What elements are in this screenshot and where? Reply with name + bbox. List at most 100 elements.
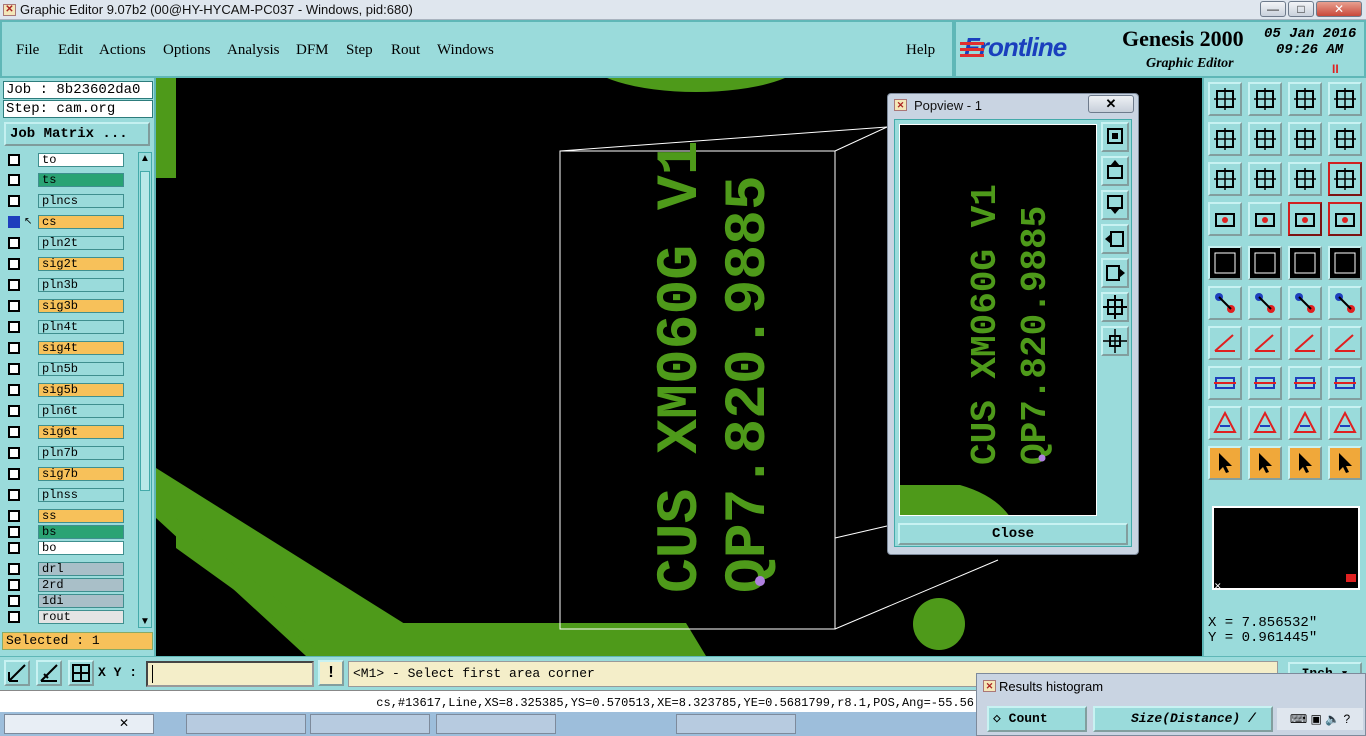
layer-row-1di[interactable]: 1di: [6, 593, 124, 609]
layer-checkbox[interactable]: [8, 579, 20, 591]
layer-checkbox[interactable]: [8, 510, 20, 522]
pad-icon[interactable]: [1208, 246, 1242, 280]
layer-row-sig3b[interactable]: sig3b: [6, 298, 124, 314]
connect-net-icon[interactable]: [1328, 202, 1362, 236]
layer-row-ss[interactable]: ss: [6, 508, 124, 524]
zoom-home-icon[interactable]: [1208, 82, 1242, 116]
layer-checkbox[interactable]: [8, 195, 20, 207]
scroll-down-icon[interactable]: ▼: [140, 616, 150, 627]
taskbar-item-5[interactable]: [676, 714, 796, 734]
layer-row-to[interactable]: to: [6, 152, 124, 168]
triangle-arc-icon[interactable]: [1288, 406, 1322, 440]
layer-checkbox[interactable]: [8, 405, 20, 417]
popview-close-button[interactable]: Close: [898, 523, 1128, 545]
layer-checkbox[interactable]: [8, 174, 20, 186]
layer-checkbox[interactable]: [8, 595, 20, 607]
line-point-icon[interactable]: [1328, 286, 1362, 320]
cross-icon[interactable]: [1248, 286, 1282, 320]
menu-windows[interactable]: Windows: [437, 42, 494, 59]
node-icon[interactable]: [1208, 286, 1242, 320]
layer-checkbox[interactable]: [8, 468, 20, 480]
popview-pan-up-icon[interactable]: [1101, 156, 1129, 186]
circle-pad-icon[interactable]: [1328, 246, 1362, 280]
split-icon[interactable]: [1248, 366, 1282, 400]
layer-row-sig7b[interactable]: sig7b: [6, 466, 124, 482]
layer-checkbox[interactable]: [8, 542, 20, 554]
layer-checkbox[interactable]: [8, 447, 20, 459]
layer-row-rout[interactable]: rout: [6, 609, 124, 625]
alert-icon[interactable]: !: [318, 660, 344, 686]
menu-dfm[interactable]: DFM: [296, 42, 329, 59]
layer-row-2rd[interactable]: 2rd: [6, 577, 124, 593]
layer-row-bs[interactable]: bs: [6, 524, 124, 540]
select-circle-icon[interactable]: [1288, 446, 1322, 480]
layer-row-pln3b[interactable]: pln3b: [6, 277, 124, 293]
midpoint-icon[interactable]: [1288, 366, 1322, 400]
menu-help[interactable]: Help: [906, 42, 935, 59]
layer-row-sig6t[interactable]: sig6t: [6, 424, 124, 440]
menu-rout[interactable]: Rout: [391, 42, 420, 59]
layer-row-sig2t[interactable]: sig2t: [6, 256, 124, 272]
job-matrix-button[interactable]: Job Matrix ...: [4, 122, 150, 146]
menu-actions[interactable]: Actions: [99, 42, 146, 59]
layer-row-sig4t[interactable]: sig4t: [6, 340, 124, 356]
layer-checkbox[interactable]: [8, 363, 20, 375]
grid-toggle-icon[interactable]: [1248, 202, 1282, 236]
taskbar-item-1[interactable]: ✕: [4, 714, 154, 734]
triangle-point-icon[interactable]: [1248, 406, 1282, 440]
popview-canvas[interactable]: CUS XM060G V1 QP7.820.9885: [899, 124, 1097, 516]
layer-row-bo[interactable]: bo: [6, 540, 124, 556]
layer-checkbox[interactable]: [8, 258, 20, 270]
taskbar-item-2[interactable]: [186, 714, 306, 734]
pan-right-icon[interactable]: [1248, 122, 1282, 156]
layer-row-pln2t[interactable]: pln2t: [6, 235, 124, 251]
route-net-icon[interactable]: [1288, 202, 1322, 236]
center-icon[interactable]: [1248, 162, 1282, 196]
angle-icon[interactable]: [1208, 326, 1242, 360]
measure-icon[interactable]: [36, 660, 62, 686]
triangle-icon[interactable]: [1208, 406, 1242, 440]
grid-lines-icon[interactable]: [1328, 122, 1362, 156]
zoom-window-icon[interactable]: [1328, 82, 1362, 116]
redo-view-icon[interactable]: [1288, 122, 1322, 156]
layer-checkbox[interactable]: [8, 342, 20, 354]
snap-icon[interactable]: [4, 660, 30, 686]
select-path-icon[interactable]: [1328, 446, 1362, 480]
layer-row-pln7b[interactable]: pln7b: [6, 445, 124, 461]
select-icon[interactable]: [1208, 446, 1242, 480]
layer-row-sig5b[interactable]: sig5b: [6, 382, 124, 398]
tee-icon[interactable]: [1328, 326, 1362, 360]
layer-row-drl[interactable]: drl: [6, 561, 124, 577]
scroll-thumb[interactable]: [140, 171, 150, 491]
popview-pan-down-icon[interactable]: [1101, 190, 1129, 220]
layer-checkbox[interactable]: [8, 426, 20, 438]
layer-checkbox[interactable]: [8, 237, 20, 249]
menu-file[interactable]: File: [16, 42, 39, 59]
layer-row-plnss[interactable]: plnss: [6, 487, 124, 503]
taskbar-item-4[interactable]: [436, 714, 556, 734]
layer-scrollbar[interactable]: ▲ ▼: [138, 152, 152, 628]
close-window-button[interactable]: ✕: [1316, 1, 1362, 17]
scroll-up-icon[interactable]: ▲: [140, 153, 150, 164]
menu-edit[interactable]: Edit: [58, 42, 83, 59]
layer-checkbox[interactable]: [8, 154, 20, 166]
layer-row-ts[interactable]: ts: [6, 172, 124, 188]
fit-icon[interactable]: [1208, 162, 1242, 196]
ruler-icon[interactable]: [1288, 246, 1322, 280]
minimize-button[interactable]: —: [1260, 1, 1286, 17]
select-box-icon[interactable]: [1248, 446, 1282, 480]
layer-row-pln6t[interactable]: pln6t: [6, 403, 124, 419]
layer-checkbox[interactable]: [8, 300, 20, 312]
layer-checkbox[interactable]: [8, 526, 20, 538]
popview-close-x[interactable]: ✕: [1088, 95, 1134, 113]
popview-zoom-out-icon[interactable]: [1101, 292, 1129, 322]
pause-indicator[interactable]: II: [1332, 62, 1339, 76]
taskbar-close-icon[interactable]: ✕: [119, 716, 129, 730]
layer-checkbox[interactable]: [8, 563, 20, 575]
layer-row-pln5b[interactable]: pln5b: [6, 361, 124, 377]
popview-zoom-fit-icon[interactable]: [1101, 122, 1129, 152]
pan-left-icon[interactable]: [1208, 122, 1242, 156]
rect-fill-icon[interactable]: [1328, 366, 1362, 400]
scale-1-2-icon[interactable]: [1288, 162, 1322, 196]
size-distance-button[interactable]: Size(Distance) /: [1093, 706, 1273, 732]
